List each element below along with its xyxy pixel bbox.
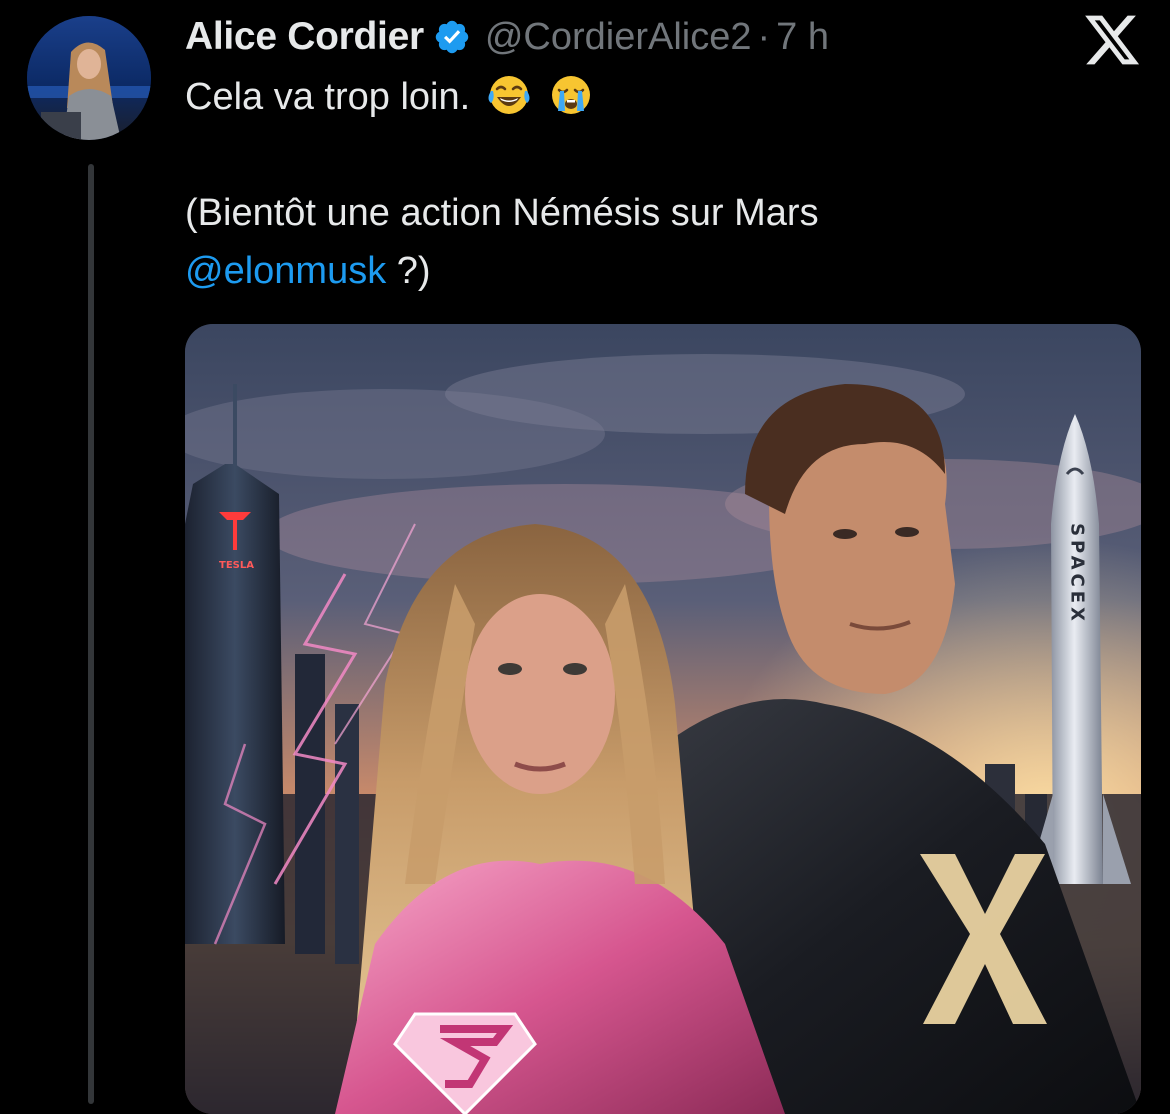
face-with-tears-of-joy-icon (485, 71, 533, 119)
tweet-text-line-2: (Bientôt une action Némésis sur Mars (185, 192, 819, 234)
tweet-text-sentence: Cela va trop loin. (185, 76, 471, 118)
tweet-text: Cela va trop loin. (Bientôt une action N… (185, 68, 1145, 300)
thread-connector-line (88, 164, 94, 1104)
tweet-text-line-3: @elonmusk ?) (185, 242, 1145, 300)
author-handle[interactable]: @CordierAlice2 (485, 16, 752, 59)
tweet-header: Alice Cordier @CordierAlice2 · 7 h (185, 12, 829, 62)
media-illustration: TESLA SPACEX (185, 324, 1141, 1114)
x-logo-icon[interactable] (1082, 10, 1142, 70)
rocket-text: SPACEX (1067, 523, 1088, 625)
tower-sign-text: TESLA (219, 560, 254, 571)
author-display-name[interactable]: Alice Cordier (185, 15, 424, 59)
header-separator: · (757, 15, 771, 58)
mention-link[interactable]: @elonmusk (185, 250, 386, 292)
svg-text:SPACEX: SPACEX (1067, 523, 1088, 625)
avatar[interactable] (27, 16, 151, 140)
tweet-text-closing: ?) (386, 250, 431, 292)
loudly-crying-face-icon (547, 71, 595, 119)
avatar-photo (27, 16, 151, 140)
tweet-timestamp[interactable]: 7 h (776, 16, 829, 59)
tweet-media-image[interactable]: TESLA SPACEX (185, 324, 1141, 1114)
tweet-text-line-1: Cela va trop loin. (185, 68, 1145, 126)
verified-badge-icon (433, 18, 471, 56)
